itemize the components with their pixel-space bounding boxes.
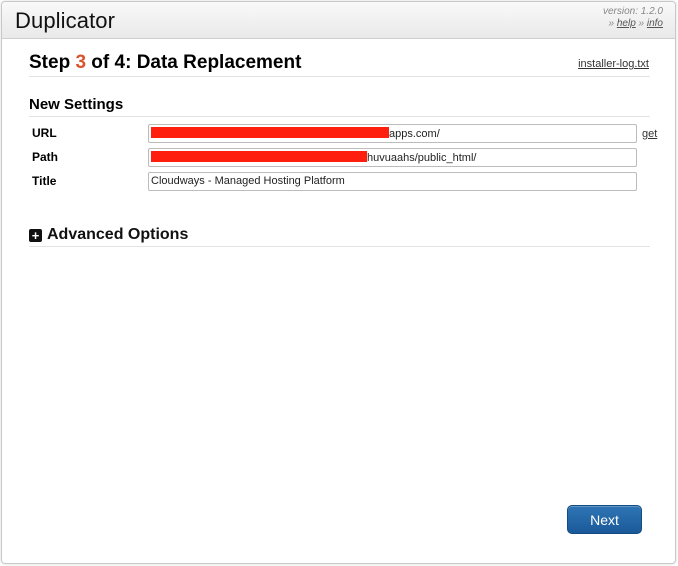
header-bar: Duplicator version: 1.2.0 » help » info [2, 2, 675, 39]
divider [29, 76, 650, 77]
redaction-bar [151, 151, 367, 162]
separator: » [608, 18, 615, 29]
divider [29, 116, 650, 117]
url-label: URL [32, 126, 57, 140]
url-input[interactable]: apps.com/ [148, 124, 637, 143]
title-input[interactable]: Cloudways - Managed Hosting Platform [148, 172, 637, 191]
advanced-options-label[interactable]: Advanced Options [47, 226, 188, 244]
new-settings-title: New Settings [29, 96, 124, 113]
next-button[interactable]: Next [567, 505, 642, 534]
path-label: Path [32, 150, 59, 164]
version-info: version: 1.2.0 » help » info [603, 6, 663, 30]
advanced-options-toggle[interactable]: + Advanced Options [29, 225, 188, 245]
separator: » [638, 18, 645, 29]
divider [29, 246, 650, 247]
plus-square-icon[interactable]: + [29, 228, 42, 242]
step-number: 3 [75, 52, 87, 73]
get-url-link[interactable]: get [642, 128, 657, 140]
step-title: Step 3 of 4: Data Replacement [29, 52, 302, 73]
version-text: version: 1.2.0 [602, 6, 663, 17]
title-label: Title [32, 174, 57, 188]
info-link[interactable]: info [647, 18, 663, 29]
help-link[interactable]: help [617, 18, 636, 29]
path-input[interactable]: huvuaahs/public_html/ [148, 148, 637, 167]
installer-window: Duplicator version: 1.2.0 » help » info … [1, 1, 676, 564]
redaction-bar [151, 127, 389, 138]
app-title: Duplicator [15, 8, 116, 33]
installer-log-link[interactable]: installer-log.txt [578, 58, 649, 70]
